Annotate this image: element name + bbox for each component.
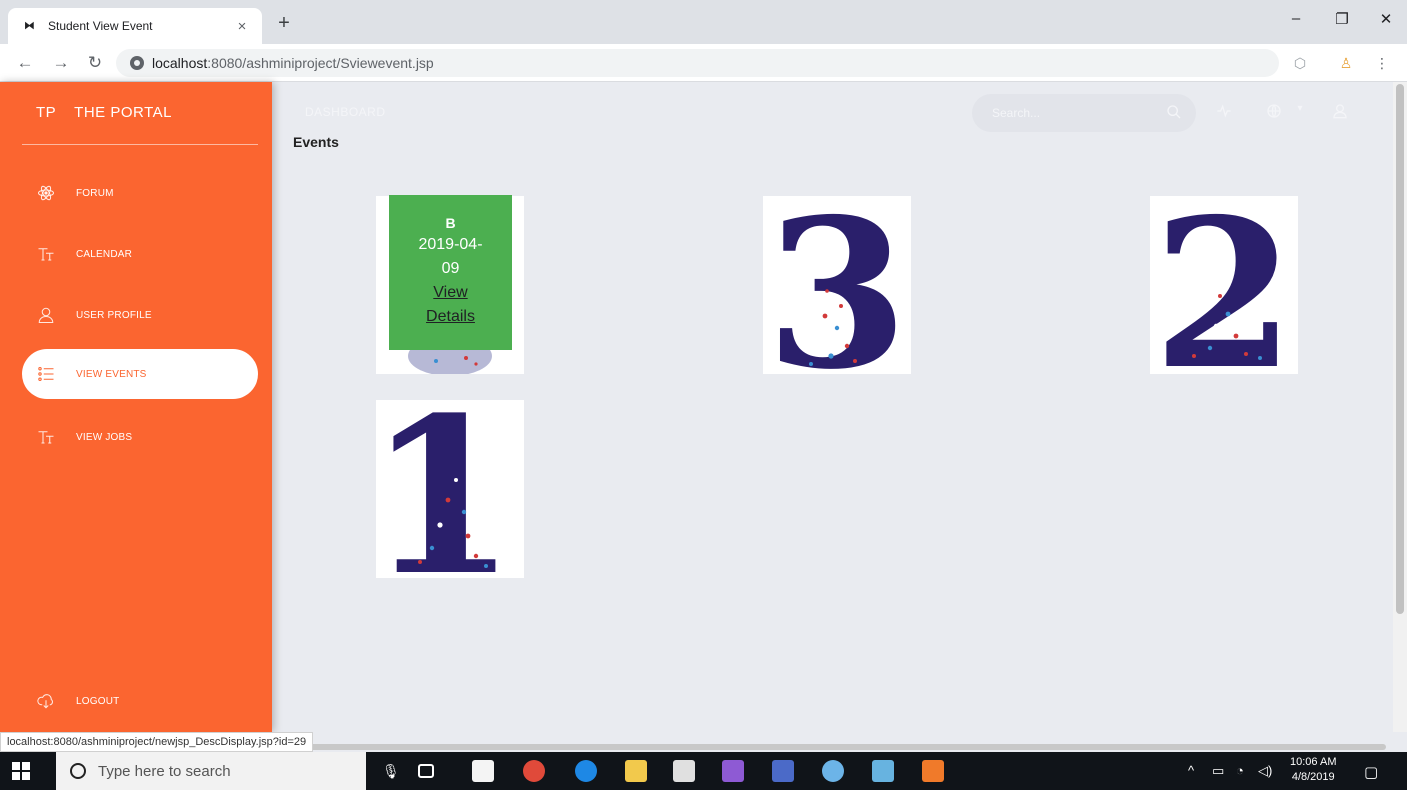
sidebar-item-calendar[interactable]: CALENDAR [22, 229, 258, 279]
sidebar-item-label: VIEW EVENTS [76, 368, 147, 380]
sidebar-item-view-events[interactable]: VIEW EVENTS [22, 349, 258, 399]
scrollbar-thumb[interactable] [1396, 84, 1404, 614]
browser-tab-bar: ⧓ Student View Event × + – ❐ ✕ [0, 0, 1407, 44]
event-card[interactable]: 2 [1150, 196, 1298, 374]
user-account-icon[interactable] [1330, 103, 1350, 122]
task-view-icon[interactable] [418, 764, 434, 778]
search-icon[interactable] [1166, 104, 1196, 123]
profile-extension-icon[interactable]: ♙ [1336, 55, 1356, 72]
clock-date: 4/8/2019 [1291, 771, 1335, 783]
event-details-overlay[interactable]: B 2019-04-09 View Details [389, 195, 512, 350]
wifi-icon[interactable]: ◔ [1236, 763, 1244, 778]
url-field[interactable]: localhost:8080/ashminiproject/Sviewevent… [116, 49, 1279, 77]
sidebar-item-label: LOGOUT [76, 695, 120, 707]
extension-icon[interactable]: ⬡ [1290, 55, 1310, 72]
sidebar-item-label: FORUM [76, 187, 114, 199]
bowtie-favicon-icon: ⧓ [24, 20, 35, 32]
windows-start-icon[interactable] [12, 762, 30, 780]
menu-dots-icon[interactable]: ⋮ [1372, 55, 1392, 72]
tab-close-icon[interactable]: × [232, 18, 252, 35]
volume-icon[interactable]: ◁) [1258, 763, 1272, 779]
sidebar-item-label: CALENDAR [76, 248, 133, 260]
file-explorer-icon[interactable] [625, 760, 647, 782]
edge-icon[interactable] [575, 760, 597, 782]
forward-arrow-icon[interactable]: → [50, 53, 72, 73]
taskbar: Type here to search 🎙 ^ ▭ ◔ ◁) 10:06 AM … [0, 752, 1407, 790]
browser-tab[interactable]: ⧓ Student View Event × [8, 8, 262, 44]
sidebar-item-forum[interactable]: FORUM [22, 168, 258, 218]
new-tab-button[interactable]: + [272, 12, 296, 35]
clock-time: 10:06 AM [1290, 756, 1337, 768]
chrome-icon[interactable] [523, 760, 545, 782]
xampp-icon[interactable] [922, 760, 944, 782]
brand[interactable]: TP THE PORTAL [36, 104, 172, 121]
event-digit: 1 [376, 400, 517, 578]
event-name: B [445, 215, 456, 231]
url-host: localhost [152, 55, 208, 71]
sidebar-item-view-jobs[interactable]: VIEW JOBS [22, 412, 258, 462]
notifications-icon[interactable]: ▢ [1364, 763, 1378, 781]
mail-icon[interactable] [673, 760, 695, 782]
3d-viewer-icon[interactable] [872, 760, 894, 782]
tray-chevron-icon[interactable]: ^ [1188, 763, 1194, 778]
close-window-button[interactable]: ✕ [1366, 10, 1406, 28]
brand-divider [22, 144, 258, 145]
microphone-icon[interactable]: 🎙 [382, 763, 400, 780]
event-date: 2019-04-09 [418, 236, 483, 277]
event-card[interactable]: 1 [376, 400, 524, 578]
sidebar-item-user-profile[interactable]: USER PROFILE [22, 290, 258, 340]
store-icon[interactable] [472, 760, 494, 782]
dashboard-title[interactable]: DASHBOARD [305, 105, 386, 119]
taskbar-search-placeholder: Type here to search [98, 762, 231, 780]
sidebar-item-label: VIEW JOBS [76, 431, 133, 443]
horizontal-scrollbar[interactable] [272, 744, 1386, 750]
activity-icon[interactable] [1214, 103, 1234, 122]
brand-abbr: TP [36, 104, 57, 121]
visual-studio-icon[interactable] [722, 760, 744, 782]
user-icon [36, 305, 56, 325]
cloud-download-icon [36, 691, 56, 711]
sidebar-item-logout[interactable]: LOGOUT [22, 676, 258, 726]
event-card[interactable]: 3 [763, 196, 911, 374]
minimize-button[interactable]: – [1276, 10, 1316, 27]
vertical-scrollbar[interactable] [1393, 82, 1407, 732]
media-app-icon[interactable] [772, 760, 794, 782]
search-placeholder: Search... [992, 106, 1041, 120]
restore-button[interactable]: ❐ [1322, 10, 1362, 28]
cortana-icon [70, 763, 86, 779]
sidebar-item-label: USER PROFILE [76, 309, 152, 321]
globe-icon[interactable] [1264, 103, 1284, 122]
address-bar: ← → ↻ localhost:8080/ashminiproject/Svie… [0, 44, 1407, 82]
tab-title: Student View Event [48, 19, 153, 33]
sidebar: TP THE PORTAL FORUM CALENDAR USER PROFILE… [0, 82, 272, 732]
list-icon [36, 364, 56, 384]
atom-icon [36, 183, 56, 203]
status-bar-url: localhost:8080/ashminiproject/newjsp_Des… [0, 732, 314, 752]
caret-down-icon[interactable]: ▾ [1290, 103, 1310, 114]
section-title: Events [293, 134, 339, 150]
text-size-icon [36, 244, 56, 264]
back-arrow-icon[interactable]: ← [14, 53, 36, 73]
battery-icon[interactable]: ▭ [1212, 763, 1224, 779]
event-digit: 2 [1153, 196, 1296, 374]
view-details-link[interactable]: View Details [389, 281, 512, 329]
taskbar-search-input[interactable]: Type here to search [56, 752, 366, 790]
paint-icon[interactable] [822, 760, 844, 782]
system-clock[interactable]: 10:06 AM 4/8/2019 [1290, 755, 1336, 785]
site-info-icon[interactable] [130, 56, 144, 70]
brand-name: THE PORTAL [74, 104, 172, 121]
url-path: :8080/ashminiproject/Sviewevent.jsp [207, 55, 434, 71]
search-input[interactable]: Search... [972, 94, 1196, 132]
reload-icon[interactable]: ↻ [84, 53, 106, 73]
text-size-icon [36, 427, 56, 447]
event-digit: 3 [766, 196, 909, 374]
